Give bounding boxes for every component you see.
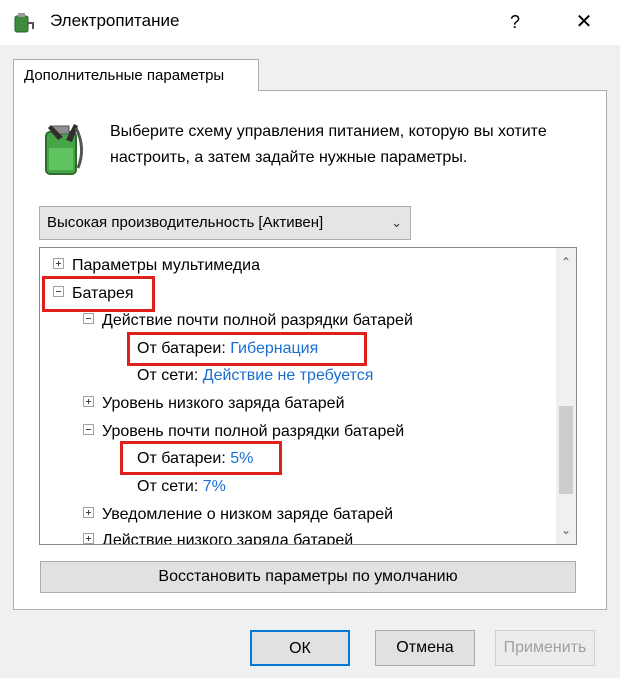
close-button[interactable]: ✕ <box>560 0 608 45</box>
tree-item-critical-action-plugged[interactable]: От сети: Действие не требуется <box>137 364 373 388</box>
help-button[interactable]: ? <box>500 0 530 45</box>
tree-item-critical-action[interactable]: Действие почти полной разрядки батарей <box>83 309 413 333</box>
power-options-icon <box>14 13 34 33</box>
tree-item-label: Параметры мультимедиа <box>72 257 260 274</box>
description-text: Выберите схему управления питанием, кото… <box>110 123 547 166</box>
tree-item-low-action[interactable]: Действие низкого заряда батарей <box>83 529 354 545</box>
highlight-5-percent <box>120 441 282 475</box>
tree-item-multimedia[interactable]: Параметры мультимедиа <box>53 254 260 278</box>
highlight-hibernate <box>127 332 367 366</box>
tree-item-label: Действие почти полной разрядки батарей <box>102 312 413 329</box>
setting-value-link[interactable]: 7% <box>203 478 226 495</box>
expand-icon[interactable] <box>83 533 94 544</box>
scroll-down-icon[interactable]: ⌄ <box>556 520 576 540</box>
tab-advanced-settings[interactable]: Дополнительные параметры <box>13 59 259 91</box>
ok-button[interactable]: ОК <box>250 630 350 666</box>
tree-item-label: Уровень почти полной разрядки батарей <box>102 423 405 440</box>
expand-icon[interactable] <box>83 507 94 519</box>
power-plan-value: Высокая производительность [Активен] <box>47 214 324 231</box>
collapse-icon[interactable] <box>83 424 94 436</box>
expand-icon[interactable] <box>53 258 64 270</box>
tree-item-low-notification[interactable]: Уведомление о низком заряде батарей <box>83 503 393 527</box>
restore-defaults-button[interactable]: Восстановить параметры по умолчанию <box>40 561 576 593</box>
scroll-up-icon[interactable]: ⌃ <box>556 252 576 272</box>
tree-item-low-level[interactable]: Уровень низкого заряда батарей <box>83 392 345 416</box>
title-bar: Электропитание ? ✕ <box>0 0 620 45</box>
battery-plug-icon <box>45 124 83 175</box>
vertical-scrollbar[interactable]: ⌃ ⌄ <box>556 248 576 544</box>
tree-item-label: Уровень низкого заряда батарей <box>102 395 345 412</box>
power-plan-select[interactable]: Высокая производительность [Активен] ⌄ <box>39 206 411 240</box>
highlight-battery <box>42 276 155 312</box>
setting-label: От сети: <box>137 367 199 384</box>
scroll-thumb[interactable] <box>559 406 573 494</box>
tree-item-critical-level-plugged[interactable]: От сети: 7% <box>137 475 226 499</box>
setting-label: От сети: <box>137 478 199 495</box>
setting-value-link[interactable]: Действие не требуется <box>203 367 374 384</box>
collapse-icon[interactable] <box>83 313 94 325</box>
tree-item-label: Действие низкого заряда батарей <box>102 532 354 545</box>
apply-button[interactable]: Применить <box>495 630 595 666</box>
window-title: Электропитание <box>50 11 180 30</box>
tree-item-label: Уведомление о низком заряде батарей <box>102 506 394 523</box>
chevron-down-icon: ⌄ <box>391 215 402 230</box>
expand-icon[interactable] <box>83 396 94 408</box>
cancel-button[interactable]: Отмена <box>375 630 475 666</box>
